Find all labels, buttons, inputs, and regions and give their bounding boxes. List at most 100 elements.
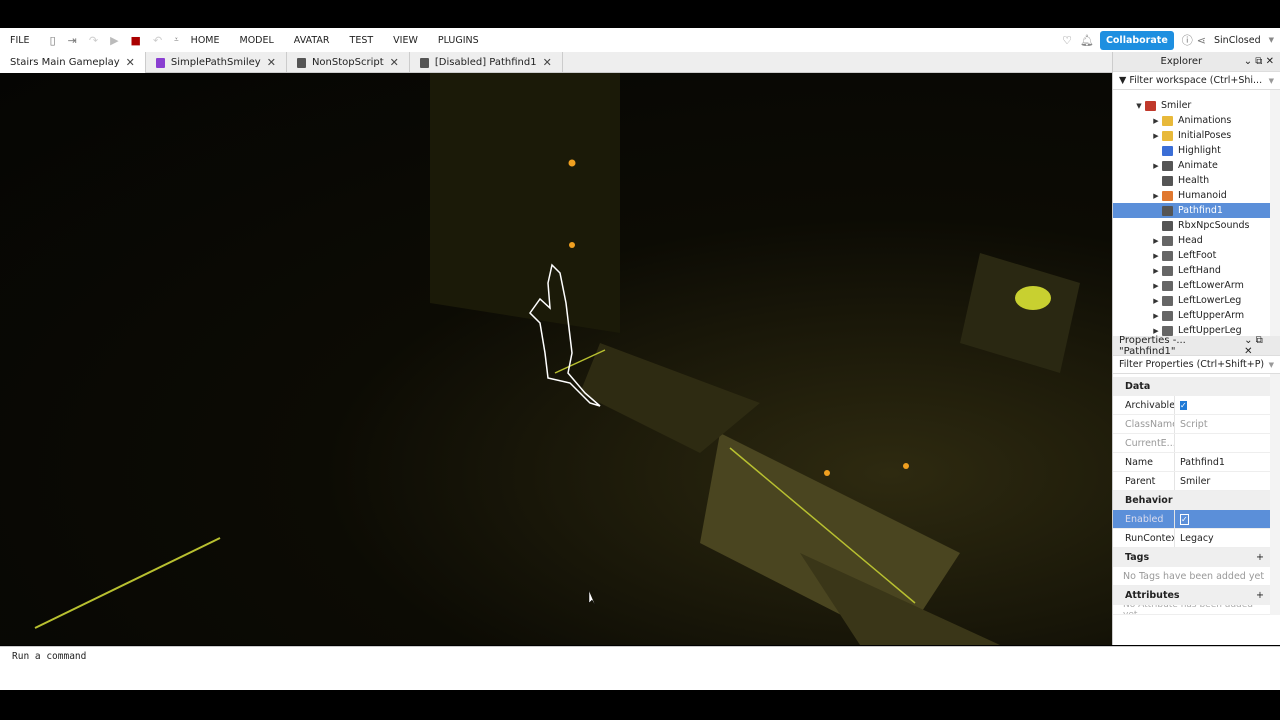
share-icon[interactable]: ⋖ bbox=[1197, 34, 1206, 47]
heart-icon[interactable]: ♡ bbox=[1062, 34, 1072, 47]
instance-icon bbox=[1162, 220, 1173, 231]
close-icon[interactable]: ✕ bbox=[390, 56, 399, 69]
dropdown-icon[interactable]: ▼ bbox=[1269, 77, 1274, 85]
menu-avatar[interactable]: AVATAR bbox=[294, 35, 330, 46]
tab-nonstopscript[interactable]: NonStopScript ✕ bbox=[287, 52, 410, 73]
instance-icon bbox=[1162, 265, 1173, 276]
explorer-item[interactable]: ▶ Animate bbox=[1113, 158, 1270, 173]
group-behavior[interactable]: Behavior bbox=[1113, 491, 1270, 510]
dropdown-icon[interactable]: ▼ bbox=[1269, 361, 1274, 369]
group-label: Tags bbox=[1125, 552, 1150, 563]
expand-arrow-icon[interactable]: ▶ bbox=[1150, 267, 1162, 275]
chevron-down-icon[interactable]: ⌄ bbox=[1244, 56, 1252, 67]
tab-simplepathsmiley[interactable]: SimplePathSmiley ✕ bbox=[146, 52, 287, 73]
customize-icon[interactable]: ⩡ bbox=[174, 35, 179, 45]
explorer-item-label: Head bbox=[1178, 235, 1203, 246]
prop-currentenvironment: CurrentE... bbox=[1113, 434, 1270, 453]
help-icon[interactable]: ⓘ bbox=[1182, 32, 1193, 48]
expand-arrow-icon[interactable]: ▶ bbox=[1150, 252, 1162, 260]
close-icon[interactable]: ✕ bbox=[267, 56, 276, 69]
light-dot bbox=[568, 159, 576, 167]
play-icon[interactable]: ▶ bbox=[110, 34, 118, 47]
explorer-item[interactable]: ▶ InitialPoses bbox=[1113, 128, 1270, 143]
tab-pathfind1[interactable]: [Disabled] Pathfind1 ✕ bbox=[410, 52, 563, 73]
import-icon[interactable]: ⇥ bbox=[68, 34, 77, 47]
menu-plugins[interactable]: PLUGINS bbox=[438, 35, 479, 46]
close-icon[interactable]: ✕ bbox=[1266, 56, 1274, 67]
explorer-tree[interactable]: ▼ Smiler ▶ Animations ▶ InitialPoses Highlight… bbox=[1113, 90, 1280, 336]
stop-icon[interactable]: ■ bbox=[131, 34, 141, 47]
prop-value[interactable]: Smiler bbox=[1175, 476, 1210, 487]
enabled-checkbox[interactable]: ✓ bbox=[1180, 513, 1189, 525]
explorer-item[interactable]: ▶ LeftFoot bbox=[1113, 248, 1270, 263]
expanded-arrow-icon[interactable]: ▼ bbox=[1133, 102, 1145, 110]
explorer-item[interactable]: Pathfind1 bbox=[1113, 203, 1270, 218]
user-menu[interactable]: SinClosed bbox=[1214, 35, 1261, 46]
redo-icon[interactable]: ↷ bbox=[89, 34, 98, 47]
prop-value[interactable]: Pathfind1 bbox=[1175, 457, 1225, 468]
prop-label: RunContext bbox=[1113, 529, 1175, 547]
instance-icon bbox=[1145, 100, 1156, 111]
expand-arrow-icon[interactable]: ▶ bbox=[1150, 297, 1162, 305]
expand-arrow-icon[interactable]: ▶ bbox=[1150, 117, 1162, 125]
expand-arrow-icon[interactable]: ▶ bbox=[1150, 282, 1162, 290]
group-tags[interactable]: Tags + bbox=[1113, 548, 1270, 567]
expand-arrow-icon[interactable]: ▶ bbox=[1150, 327, 1162, 335]
tab-stairs-main-gameplay[interactable]: Stairs Main Gameplay ✕ bbox=[0, 52, 146, 73]
expand-arrow-icon[interactable]: ▶ bbox=[1150, 237, 1162, 245]
menu-view[interactable]: VIEW bbox=[393, 35, 418, 46]
notification-bell-icon[interactable]: 🔔︎ bbox=[1080, 34, 1094, 47]
group-data[interactable]: Data bbox=[1113, 377, 1270, 396]
wall bbox=[430, 73, 620, 333]
3d-viewport[interactable] bbox=[0, 73, 1112, 645]
explorer-item[interactable]: Highlight bbox=[1113, 143, 1270, 158]
close-icon[interactable]: ✕ bbox=[543, 56, 552, 69]
group-attributes[interactable]: Attributes + bbox=[1113, 586, 1270, 605]
instance-icon bbox=[1162, 295, 1173, 306]
properties-filter-input[interactable]: Filter Properties (Ctrl+Shift+P) ▼ bbox=[1113, 356, 1280, 374]
expand-arrow-icon[interactable]: ▶ bbox=[1150, 192, 1162, 200]
explorer-item-label: LeftLowerArm bbox=[1178, 280, 1244, 291]
archivable-checkbox[interactable]: ✓ bbox=[1180, 400, 1187, 410]
menu-model[interactable]: MODEL bbox=[240, 35, 274, 46]
collaborate-button[interactable]: Collaborate bbox=[1099, 30, 1174, 50]
prop-value[interactable]: Legacy bbox=[1175, 533, 1214, 544]
expand-arrow-icon[interactable]: ▶ bbox=[1150, 312, 1162, 320]
menu-home[interactable]: HOME bbox=[191, 35, 220, 46]
prop-name[interactable]: Name Pathfind1 bbox=[1113, 453, 1270, 472]
explorer-item[interactable]: ▶ LeftUpperArm bbox=[1113, 308, 1270, 323]
add-attribute-icon[interactable]: + bbox=[1256, 590, 1264, 601]
explorer-item[interactable]: ▶ Humanoid bbox=[1113, 188, 1270, 203]
explorer-item[interactable]: ▶ LeftLowerLeg bbox=[1113, 293, 1270, 308]
explorer-item[interactable]: ▶ Animations bbox=[1113, 113, 1270, 128]
prop-archivable[interactable]: Archivable ✓ bbox=[1113, 396, 1270, 415]
prop-enabled[interactable]: Enabled ✓ bbox=[1113, 510, 1270, 529]
undock-icon[interactable]: ⧉ bbox=[1255, 56, 1262, 67]
close-icon[interactable]: ✕ bbox=[126, 56, 135, 69]
new-file-icon[interactable]: ▯ bbox=[50, 34, 56, 47]
add-tag-icon[interactable]: + bbox=[1256, 552, 1264, 563]
explorer-filter-input[interactable]: ▼ Filter workspace (Ctrl+Shi... ▼ bbox=[1113, 72, 1280, 90]
file-menu[interactable]: FILE bbox=[10, 35, 30, 46]
neon-strip bbox=[34, 537, 221, 629]
explorer-item[interactable]: ▶ LeftHand bbox=[1113, 263, 1270, 278]
explorer-item[interactable]: ▼ Smiler bbox=[1113, 98, 1270, 113]
chevron-down-icon[interactable]: ▼ bbox=[1269, 36, 1274, 44]
lamp-light bbox=[1015, 286, 1051, 310]
menu-test[interactable]: TEST bbox=[350, 35, 374, 46]
command-bar[interactable]: Run a command bbox=[0, 646, 1280, 665]
explorer-item[interactable]: Health bbox=[1113, 173, 1270, 188]
prop-parent[interactable]: Parent Smiler bbox=[1113, 472, 1270, 491]
explorer-item[interactable]: RbxNpcSounds bbox=[1113, 218, 1270, 233]
prop-runcontext[interactable]: RunContext Legacy bbox=[1113, 529, 1270, 548]
expand-arrow-icon[interactable]: ▶ bbox=[1150, 132, 1162, 140]
expand-arrow-icon[interactable]: ▶ bbox=[1150, 162, 1162, 170]
explorer-item-label: Health bbox=[1178, 175, 1210, 186]
undo-icon[interactable]: ↶ bbox=[153, 34, 162, 47]
explorer-item[interactable]: ▶ Head bbox=[1113, 233, 1270, 248]
command-input[interactable]: Run a command bbox=[12, 651, 86, 662]
chevron-down-icon[interactable]: ⌄ bbox=[1244, 335, 1252, 346]
close-icon[interactable]: ✕ bbox=[1244, 346, 1252, 357]
explorer-item[interactable]: ▶ LeftLowerArm bbox=[1113, 278, 1270, 293]
undock-icon[interactable]: ⧉ bbox=[1256, 335, 1263, 346]
